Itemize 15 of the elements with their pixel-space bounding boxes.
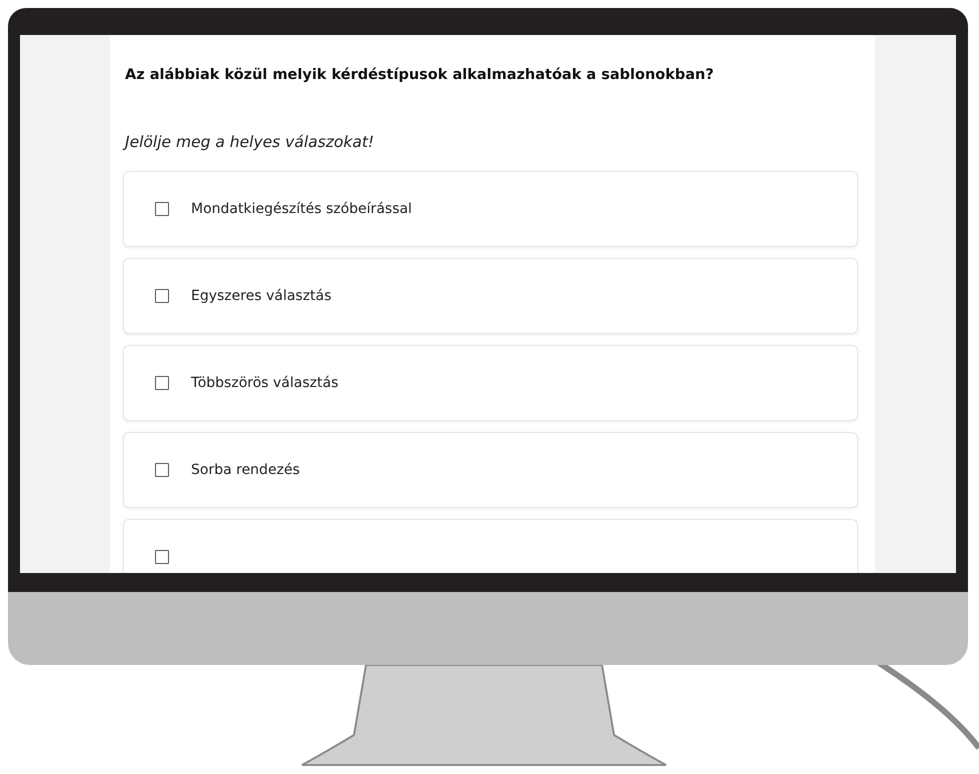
option-label: Egyszeres választás (191, 288, 332, 304)
answer-option[interactable]: Többszörös választás (123, 345, 858, 421)
checkbox[interactable] (155, 202, 169, 216)
answer-option[interactable]: Sorba rendezés (123, 432, 858, 508)
option-label: Mondatkiegészítés szóbeírással (191, 201, 412, 217)
checkbox[interactable] (155, 289, 169, 303)
answer-option[interactable]: Egyszeres választás (123, 258, 858, 334)
answer-option[interactable]: Mondatkiegészítés szóbeírással (123, 171, 858, 247)
checkbox[interactable] (155, 376, 169, 390)
option-label: Sorba rendezés (191, 462, 300, 478)
instruction-text: Jelölje meg a helyes válaszokat! (123, 133, 858, 151)
question-text: Az alábbiak közül melyik kérdéstípusok alkalmazhatóak a sablonokban? (124, 67, 715, 83)
checkbox[interactable] (155, 550, 169, 564)
checkbox[interactable] (155, 463, 169, 477)
option-label: Többszörös választás (191, 375, 338, 391)
